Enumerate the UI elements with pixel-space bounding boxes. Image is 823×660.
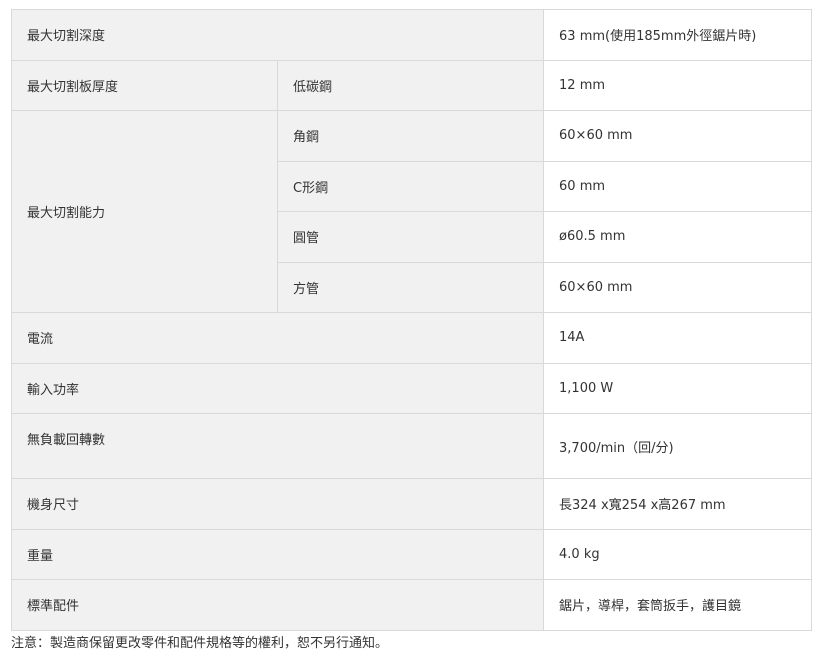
table-row: 輸入功率 1,100 W	[10, 362, 813, 414]
spec-sublabel: 圓管	[276, 211, 545, 263]
spec-table: 最大切割深度 63 mm(使用185mm外徑鋸片時) 最大切割板厚度 低碳鋼 1…	[10, 9, 813, 631]
spec-value: 1,100 W	[543, 362, 813, 414]
spec-value: 14A	[543, 312, 813, 364]
table-row: 機身尺寸 長324 x寬254 x高267 mm	[10, 478, 813, 530]
spec-value: 長324 x寬254 x高267 mm	[543, 478, 813, 530]
spec-sublabel: 低碳鋼	[276, 59, 545, 111]
table-row: 電流 14A	[10, 312, 813, 364]
spec-label: 重量	[10, 528, 545, 580]
table-row: 最大切割能力 角鋼 60×60 mm	[11, 110, 813, 313]
spec-value: 鋸片，導桿，套筒扳手，護目鏡	[543, 579, 813, 631]
spec-label: 最大切割深度	[10, 9, 545, 61]
spec-value: 63 mm(使用185mm外徑鋸片時)	[543, 9, 813, 61]
spec-value: 60 mm	[543, 160, 813, 212]
spec-sublabel: 方管	[276, 261, 545, 313]
spec-label: 標準配件	[10, 579, 545, 631]
spec-label: 最大切割板厚度	[11, 59, 278, 111]
spec-label: 電流	[10, 312, 545, 364]
spec-value: ø60.5 mm	[543, 211, 813, 263]
spec-value: 4.0 kg	[543, 528, 813, 580]
table-row: 最大切割深度 63 mm(使用185mm外徑鋸片時)	[10, 9, 813, 61]
spec-label: 輸入功率	[10, 362, 545, 414]
table-row: 重量 4.0 kg	[10, 528, 813, 580]
spec-sublabel: 角鋼	[276, 110, 545, 162]
spec-sublabel: C形鋼	[276, 160, 545, 212]
spec-label: 機身尺寸	[10, 478, 545, 530]
table-row: 無負載回轉數 3,700/min（回/分)	[10, 413, 813, 479]
spec-value: 60×60 mm	[543, 110, 813, 162]
disclaimer-note: 注意：製造商保留更改零件和配件規格等的權利，恕不另行通知。	[11, 636, 389, 651]
spec-label: 無負載回轉數	[10, 413, 545, 479]
spec-value: 3,700/min（回/分)	[543, 413, 813, 479]
spec-value: 60×60 mm	[543, 261, 813, 313]
spec-label: 最大切割能力	[11, 110, 278, 313]
spec-value: 12 mm	[543, 59, 813, 111]
table-row: 標準配件 鋸片，導桿，套筒扳手，護目鏡	[10, 579, 813, 631]
table-row: 最大切割板厚度 低碳鋼 12 mm	[11, 59, 813, 111]
